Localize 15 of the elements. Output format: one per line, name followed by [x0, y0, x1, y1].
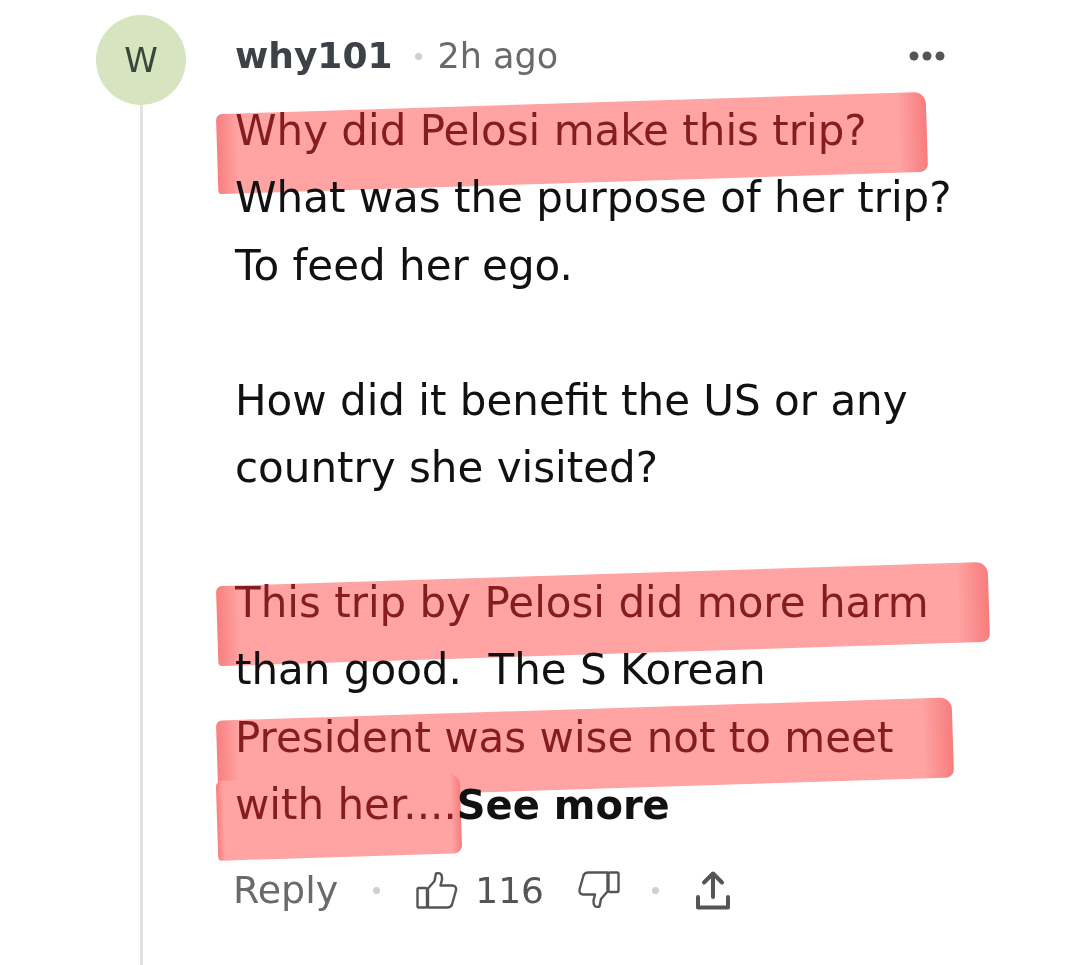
thumbs-up-icon[interactable] — [416, 871, 459, 910]
separator-dot-icon — [373, 886, 381, 894]
reply-button[interactable]: Reply — [233, 868, 339, 913]
like-count: 116 — [475, 869, 544, 911]
separator-dot-icon — [651, 886, 659, 894]
comment-paragraph: Why did Pelosi make this trip? What was the purpose of her trip? To feed her ego. — [235, 105, 948, 292]
separator-dot-icon — [414, 52, 422, 60]
timestamp: 2h ago — [437, 35, 559, 78]
author-name: why101 — [235, 34, 393, 78]
thumbs-down-icon[interactable] — [575, 871, 620, 910]
user-avatar: W — [96, 15, 186, 105]
more-options-icon[interactable] — [909, 51, 945, 61]
comment-paragraph: This trip by Pelosi did more harm than good. The S Korean President was wise not to meet with her....See more — [235, 576, 930, 832]
comment-paragraph: How did it benefit the US or any country she visited? — [235, 374, 909, 494]
see-more-link[interactable]: See more — [456, 782, 670, 829]
